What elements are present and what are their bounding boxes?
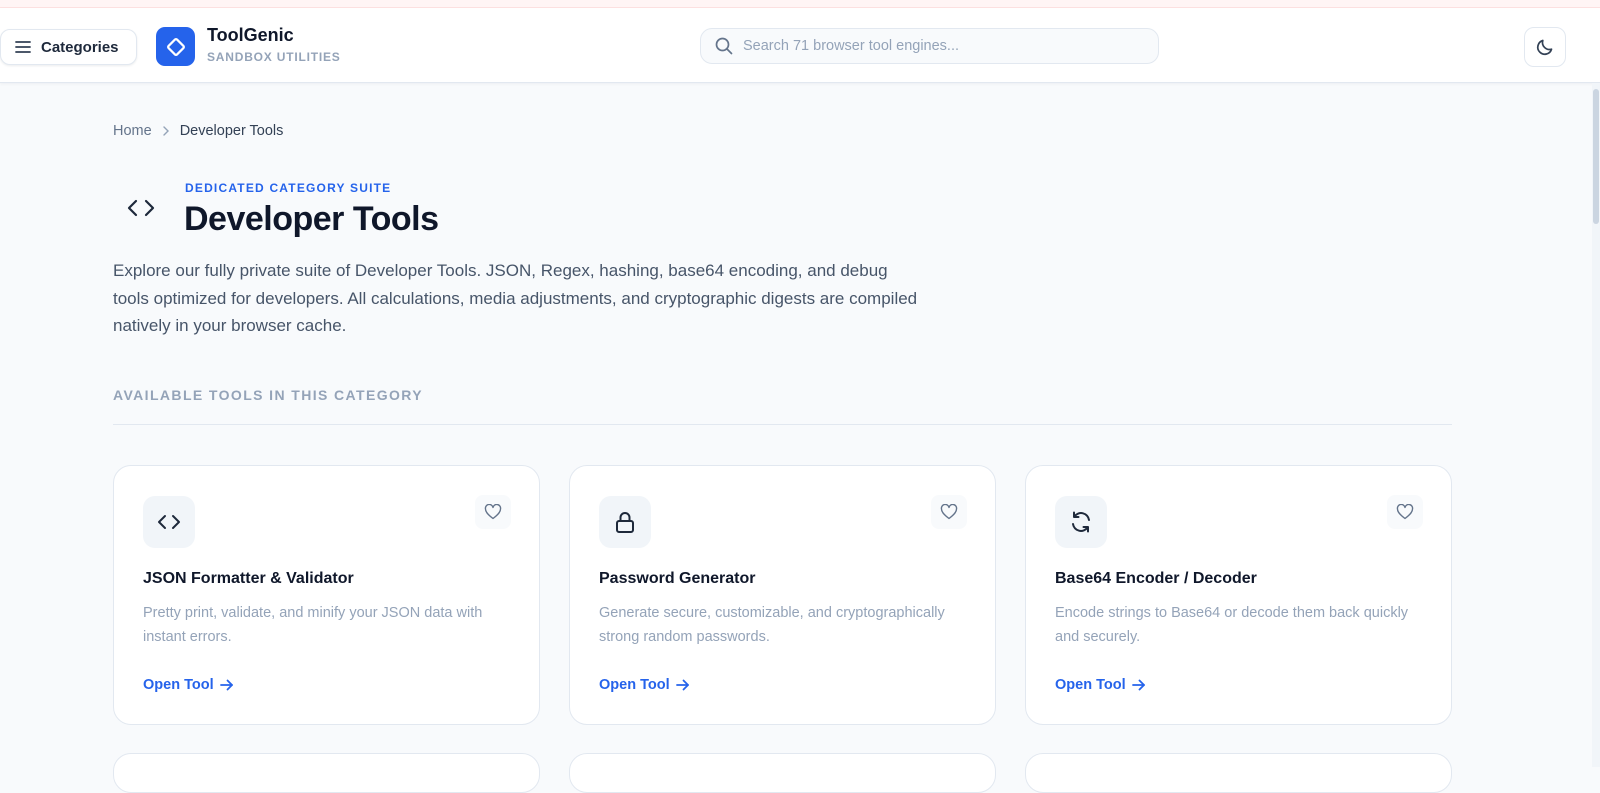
tool-description: Encode strings to Base64 or decode them … <box>1055 605 1409 645</box>
moon-icon <box>1536 39 1553 56</box>
arrow-right-icon <box>1131 679 1145 691</box>
tool-title: JSON Formatter & Validator <box>143 570 354 587</box>
open-tool-label: Open Tool <box>143 677 214 693</box>
breadcrumb-home-link[interactable]: Home <box>113 123 152 139</box>
search-icon <box>715 37 733 55</box>
refresh-icon <box>1072 511 1090 533</box>
heart-icon <box>940 504 958 520</box>
tool-icon-tile <box>1055 496 1107 548</box>
page-scrollbar[interactable] <box>1592 83 1600 767</box>
top-header: Categories ToolGenic SANDBOX UTILITIES <box>0 8 1600 83</box>
heart-icon <box>484 504 502 520</box>
section-heading: AVAILABLE TOOLS IN THIS CATEGORY <box>113 387 424 403</box>
code-icon <box>127 199 155 217</box>
brand-subtitle: SANDBOX UTILITIES <box>207 50 341 64</box>
chevron-right-icon <box>162 126 169 136</box>
tool-card-partial[interactable] <box>569 753 996 793</box>
lock-icon <box>616 512 634 533</box>
open-tool-link[interactable]: Open Tool <box>1055 677 1146 693</box>
tool-description: Pretty print, validate, and minify your … <box>143 605 483 645</box>
tool-card-partial[interactable] <box>1025 753 1452 793</box>
tool-icon-tile <box>599 496 651 548</box>
favorite-button[interactable] <box>931 495 967 529</box>
tool-card-partial[interactable] <box>113 753 540 793</box>
tool-icon-tile <box>143 496 195 548</box>
tool-description: Generate secure, customizable, and crypt… <box>599 605 945 645</box>
arrow-right-icon <box>219 679 233 691</box>
breadcrumb-current: Developer Tools <box>179 123 284 139</box>
category-eyebrow: DEDICATED CATEGORY SUITE <box>185 181 392 195</box>
breadcrumb: Home Developer Tools <box>113 123 283 139</box>
tool-title: Password Generator <box>599 570 756 587</box>
diamond-logo-icon <box>166 37 185 56</box>
brand-logo[interactable] <box>156 27 195 66</box>
category-description: Explore our fully private suite of Devel… <box>113 261 918 335</box>
tool-title: Base64 Encoder / Decoder <box>1055 570 1257 587</box>
open-tool-link[interactable]: Open Tool <box>599 677 690 693</box>
categories-label: Categories <box>41 38 119 56</box>
search-input[interactable] <box>743 38 1158 54</box>
menu-icon <box>15 41 31 53</box>
categories-button[interactable]: Categories <box>0 29 137 65</box>
favorite-button[interactable] <box>1387 495 1423 529</box>
tool-card-json-formatter[interactable]: JSON Formatter & Validator Pretty print,… <box>113 465 540 725</box>
tool-card-password-generator[interactable]: Password Generator Generate secure, cust… <box>569 465 996 725</box>
code-icon <box>158 515 180 529</box>
tool-card-base64[interactable]: Base64 Encoder / Decoder Encode strings … <box>1025 465 1452 725</box>
top-accent-line <box>0 0 1600 8</box>
open-tool-label: Open Tool <box>599 677 670 693</box>
open-tool-label: Open Tool <box>1055 677 1126 693</box>
open-tool-link[interactable]: Open Tool <box>143 677 234 693</box>
arrow-right-icon <box>675 679 689 691</box>
search-box[interactable] <box>700 28 1159 64</box>
theme-toggle-button[interactable] <box>1524 27 1566 67</box>
scrollbar-thumb[interactable] <box>1593 89 1599 224</box>
section-divider <box>113 424 1452 425</box>
heart-icon <box>1396 504 1414 520</box>
brand-name[interactable]: ToolGenic <box>207 25 294 46</box>
favorite-button[interactable] <box>475 495 511 529</box>
page-title: Developer Tools <box>184 200 439 238</box>
